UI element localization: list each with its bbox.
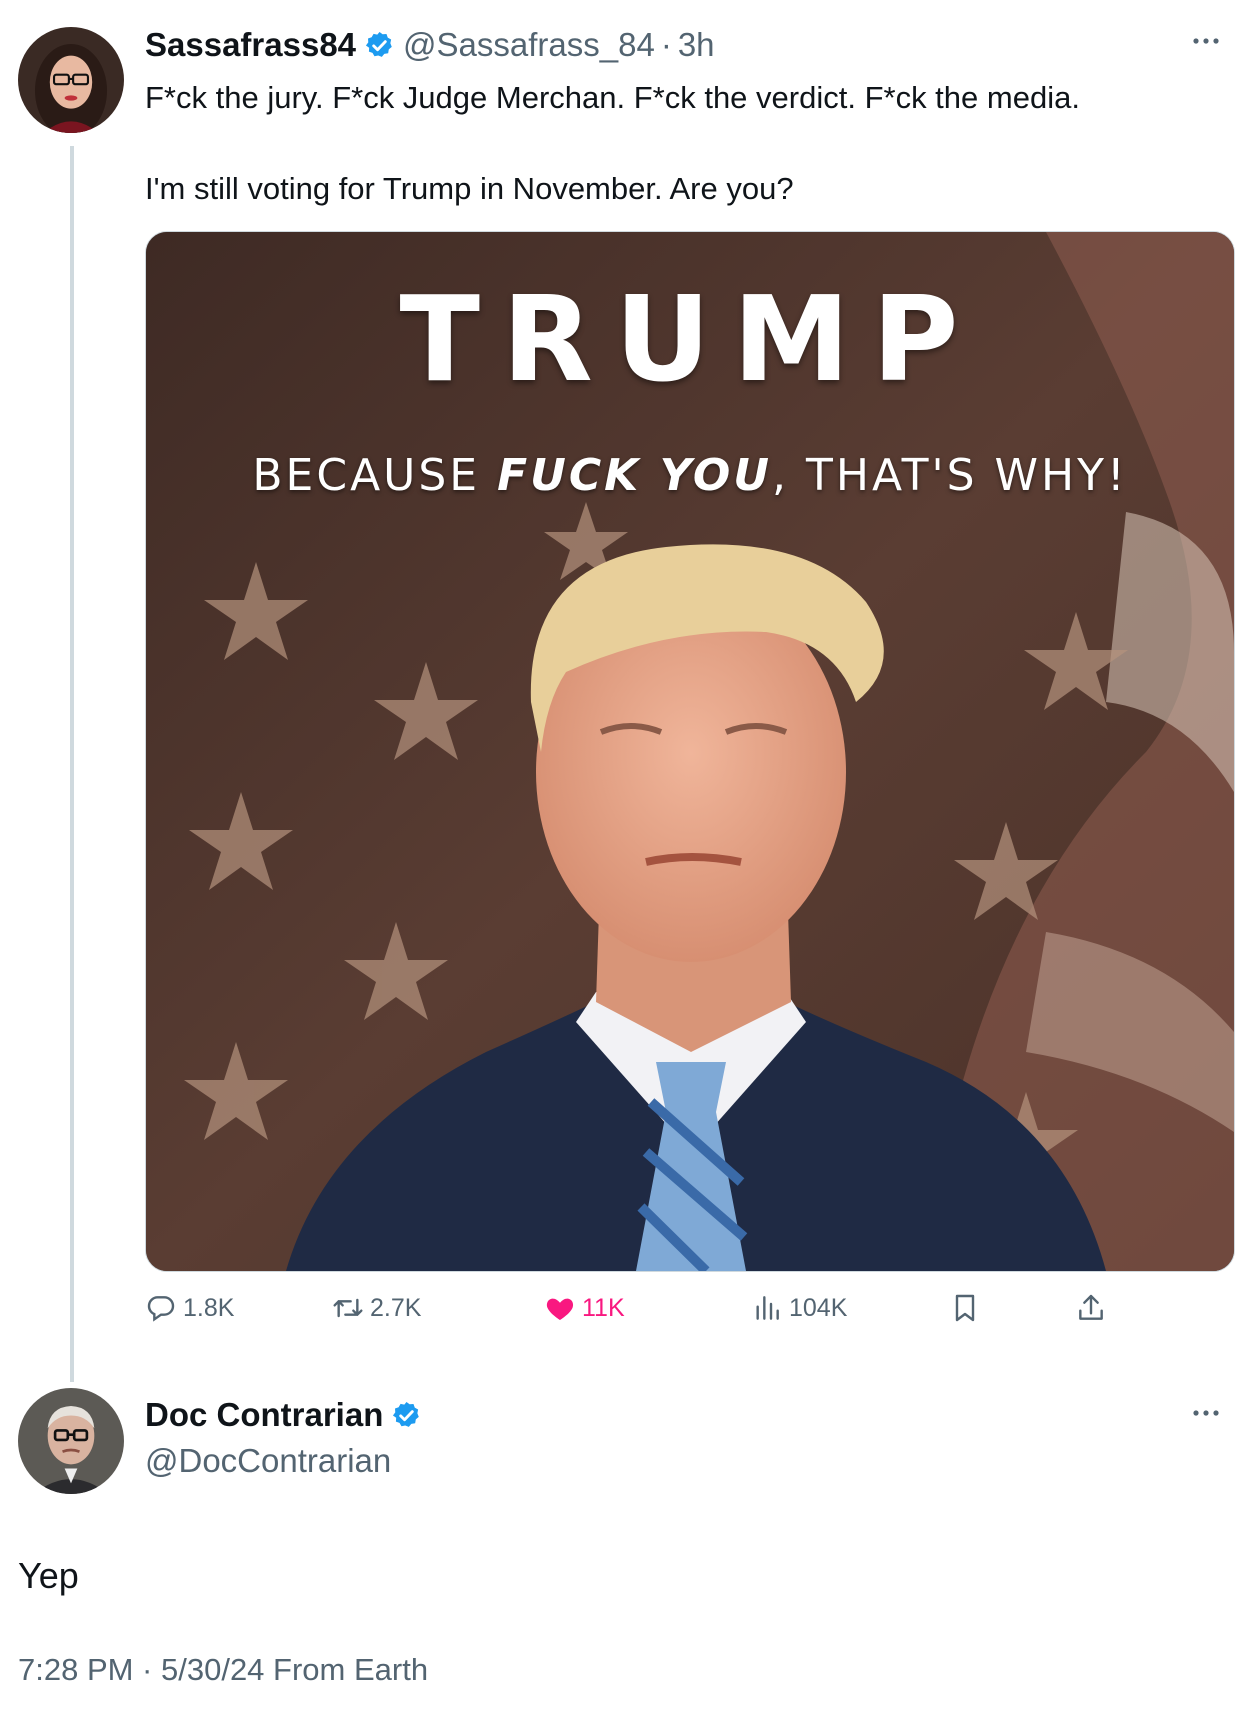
handle[interactable]: @Sassafrass_84: [403, 26, 655, 64]
timestamp[interactable]: 3h: [678, 26, 715, 64]
meme-subtitle-emphasis: FUCK YOU: [497, 450, 773, 501]
reply-icon: [147, 1296, 175, 1322]
analytics-icon: [756, 1296, 779, 1320]
like-count: 11K: [582, 1293, 625, 1322]
verified-badge-icon: [365, 31, 392, 57]
tweet-header: Sassafrass84 @Sassafrass_84 · 3h: [145, 22, 715, 68]
bookmark-button[interactable]: [949, 1288, 987, 1328]
tweet-text-line: I'm still voting for Trump in November. …: [145, 171, 794, 206]
handle[interactable]: @DocContrarian: [145, 1442, 430, 1480]
share-icon: [1079, 1294, 1103, 1320]
view-count: 104K: [789, 1293, 848, 1322]
meme-headline: TRUMP: [399, 270, 981, 408]
retweet-button[interactable]: 2.7K: [332, 1288, 421, 1328]
reply-text: Yep: [18, 1555, 79, 1596]
tweet-text: F*ck the jury. F*ck Judge Merchan. F*ck …: [145, 76, 1205, 211]
avatar-image-old-man: [18, 1388, 124, 1494]
display-name[interactable]: Doc Contrarian: [145, 1396, 383, 1434]
avatar[interactable]: [18, 27, 124, 133]
reply-count: 1.8K: [183, 1293, 235, 1322]
thread-connector-line: [70, 146, 74, 1382]
tweet-text-line: F*ck the jury. F*ck Judge Merchan. F*ck …: [145, 80, 1080, 115]
reply-header: Doc Contrarian @DocContrarian: [145, 1392, 430, 1480]
meme-subtitle-part: , THAT'S WHY!: [772, 450, 1128, 501]
tweet-action-bar: 1.8K 2.7K 11K 104K: [145, 1288, 1125, 1328]
meme-subtitle-part: BECAUSE: [252, 450, 498, 501]
avatar-image-woman: [18, 27, 124, 133]
views-button[interactable]: 104K: [751, 1288, 847, 1328]
more-options-icon[interactable]: [1189, 28, 1223, 54]
verified-badge-icon: [393, 1401, 420, 1427]
separator-dot: ·: [660, 26, 672, 63]
retweet-count: 2.7K: [370, 1293, 422, 1322]
bookmark-icon: [955, 1294, 975, 1322]
like-button[interactable]: 11K: [544, 1288, 625, 1328]
more-options-icon[interactable]: [1189, 1400, 1223, 1426]
reply-button[interactable]: 1.8K: [145, 1288, 234, 1328]
meme-subtitle: BECAUSE FUCK YOU, THAT'S WHY!: [146, 450, 1234, 501]
retweet-icon: [333, 1298, 363, 1318]
heart-filled-icon: [546, 1298, 574, 1320]
post-timestamp-meta[interactable]: 7:28 PM · 5/30/24 From Earth: [18, 1652, 428, 1688]
display-name[interactable]: Sassafrass84: [145, 26, 356, 64]
share-button[interactable]: [1075, 1288, 1113, 1328]
tweet-media-image[interactable]: TRUMP BECAUSE FUCK YOU, THAT'S WHY!: [145, 231, 1235, 1272]
avatar[interactable]: [18, 1388, 124, 1494]
